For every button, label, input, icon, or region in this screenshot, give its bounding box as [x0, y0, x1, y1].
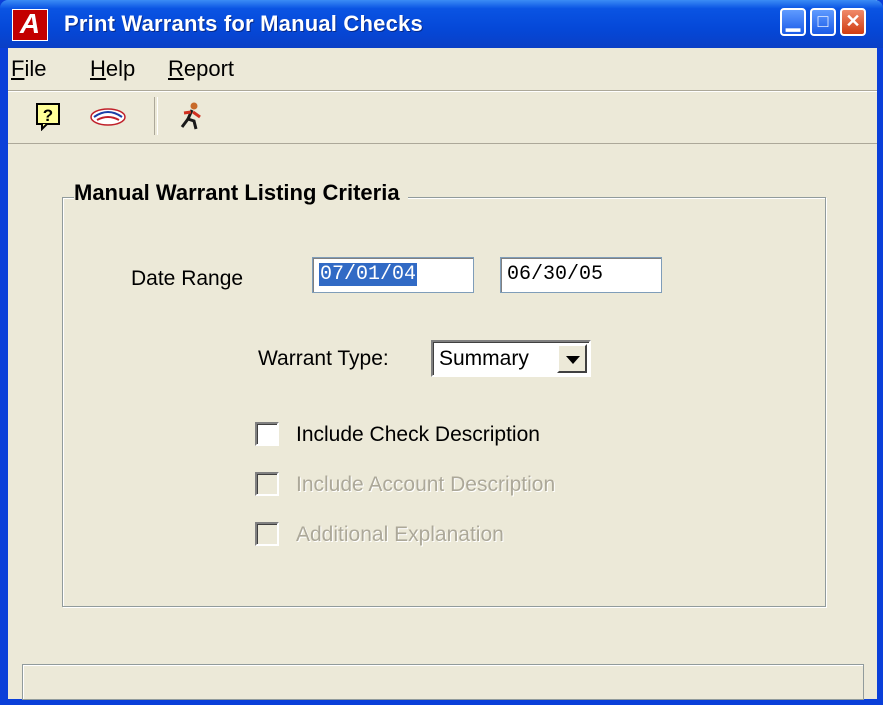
title-bar[interactable]: A Print Warrants for Manual Checks ▁ □ ✕ — [0, 0, 883, 48]
close-icon: ✕ — [845, 11, 861, 31]
app-logo-icon[interactable]: A — [12, 8, 48, 41]
warrant-type-select[interactable]: Summary — [431, 340, 591, 377]
client-logo-button[interactable] — [88, 101, 130, 131]
include-check-description-label[interactable]: Include Check Description — [296, 423, 540, 447]
toolbar-separator — [154, 97, 158, 135]
toolbar: ? — [8, 90, 877, 144]
menu-bar: File Help Report — [8, 48, 877, 88]
close-button[interactable]: ✕ — [840, 8, 866, 36]
date-range-label: Date Range — [131, 267, 244, 290]
client-logo-icon — [90, 108, 126, 126]
warrant-type-value: Summary — [439, 347, 529, 370]
app-logo-letter: A — [19, 8, 41, 39]
minimize-button[interactable]: ▁ — [780, 8, 806, 36]
menu-help[interactable]: Help — [90, 56, 135, 82]
chevron-down-icon[interactable] — [557, 344, 587, 373]
include-account-description-label: Include Account Description — [296, 473, 556, 496]
include-account-description-checkbox — [255, 472, 279, 496]
date-to-value: 06/30/05 — [507, 263, 604, 286]
menu-file[interactable]: File — [11, 56, 46, 82]
warrant-type-label: Warrant Type: — [258, 347, 389, 370]
date-to-input[interactable]: 06/30/05 — [500, 257, 662, 293]
status-bar — [22, 664, 864, 700]
help-question-icon: ? — [36, 103, 60, 132]
date-from-input[interactable]: 07/01/04 — [312, 257, 474, 293]
additional-explanation-checkbox — [255, 522, 279, 546]
maximize-button[interactable]: □ — [810, 8, 836, 36]
exit-button[interactable] — [176, 101, 206, 131]
date-from-value: 07/01/04 — [319, 263, 418, 286]
help-button[interactable]: ? — [34, 101, 64, 132]
include-check-description-checkbox[interactable] — [255, 422, 279, 446]
svg-text:?: ? — [43, 106, 53, 125]
menu-report[interactable]: Report — [168, 56, 234, 82]
window-title: Print Warrants for Manual Checks — [64, 11, 423, 36]
criteria-group-title: Manual Warrant Listing Criteria — [74, 180, 408, 206]
additional-explanation-label: Additional Explanation — [296, 523, 504, 546]
minimize-icon: ▁ — [786, 11, 800, 31]
main-window: A Print Warrants for Manual Checks ▁ □ ✕… — [0, 0, 883, 705]
maximize-icon: □ — [817, 11, 829, 31]
running-man-exit-icon — [180, 102, 201, 130]
